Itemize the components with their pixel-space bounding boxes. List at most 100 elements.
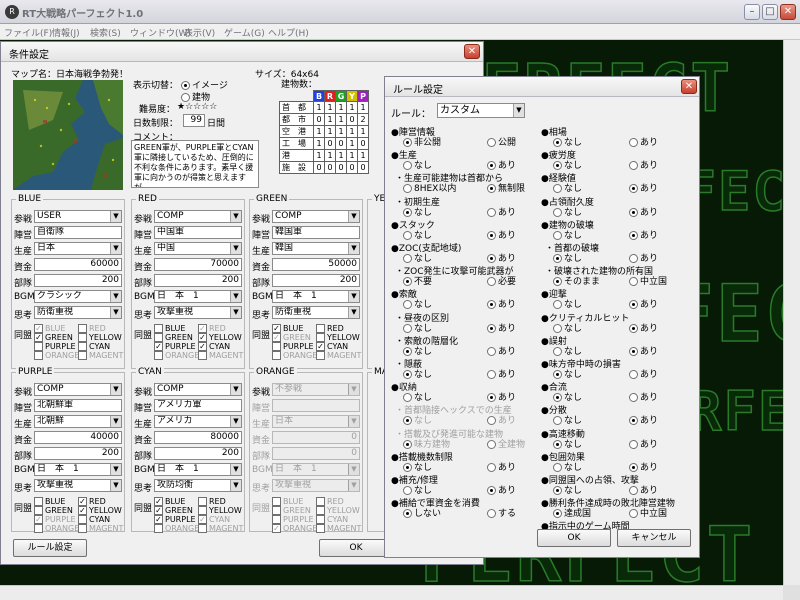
- rule-option-a[interactable]: なし: [553, 297, 582, 310]
- rule-option-b[interactable]: あり: [629, 460, 658, 473]
- ally-checkbox[interactable]: ✓ GREEN: [154, 506, 193, 515]
- ally-checkbox[interactable]: ✓ RED: [78, 497, 106, 506]
- rule-ok-button[interactable]: OK: [537, 529, 611, 547]
- army-camp-field[interactable]: アメリカ軍: [154, 399, 242, 412]
- rule-option-b[interactable]: あり: [487, 390, 516, 403]
- ally-checkbox[interactable]: PURPLE: [34, 342, 76, 351]
- rule-settings-button[interactable]: ルール設定: [13, 539, 87, 557]
- army-bgm-field[interactable]: 日 本 1 ▼: [272, 290, 360, 303]
- ally-checkbox[interactable]: YELLOW: [316, 333, 360, 342]
- army-join-field[interactable]: COMP ▼: [272, 210, 360, 223]
- army-prod-field[interactable]: 中国 ▼: [154, 242, 242, 255]
- rule-option-b[interactable]: あり: [487, 483, 516, 496]
- ally-checkbox[interactable]: BLUE: [34, 497, 65, 506]
- rule-option-b[interactable]: あり: [487, 460, 516, 473]
- rule-option-b[interactable]: あり: [629, 344, 658, 357]
- rule-option-b[interactable]: 中立国: [629, 274, 667, 287]
- rule-option-a[interactable]: そのまま: [553, 274, 600, 287]
- army-bgm-field[interactable]: クラシック ▼: [34, 290, 122, 303]
- army-think-field[interactable]: 防衛重視 ▼: [34, 306, 122, 319]
- army-camp-field[interactable]: 中国軍: [154, 226, 242, 239]
- menu-file[interactable]: ファイル(F): [4, 26, 52, 39]
- army-bgm-field[interactable]: 日 本 1 ▼: [272, 463, 360, 476]
- army-units-field[interactable]: 200: [272, 274, 360, 287]
- rule-option-a[interactable]: なし: [403, 483, 432, 496]
- rule-option-a[interactable]: なし: [403, 321, 432, 334]
- rule-option-a[interactable]: なし: [553, 413, 582, 426]
- rule-option-a[interactable]: なし: [553, 228, 582, 241]
- army-funds-field[interactable]: 40000: [34, 431, 122, 444]
- army-prod-field[interactable]: 日本 ▼: [272, 415, 360, 428]
- maximize-button[interactable]: □: [762, 4, 778, 20]
- rule-option-b[interactable]: あり: [629, 321, 658, 334]
- rule-option-b[interactable]: あり: [629, 181, 658, 194]
- rule-option-b[interactable]: あり: [487, 251, 516, 264]
- ally-checkbox[interactable]: GREEN: [34, 506, 73, 515]
- rule-option-b[interactable]: する: [487, 506, 516, 519]
- ally-checkbox[interactable]: ✓ BLUE: [154, 497, 185, 506]
- rule-option-a[interactable]: なし: [553, 344, 582, 357]
- ally-checkbox[interactable]: ✓ CYAN: [316, 342, 348, 351]
- ally-checkbox[interactable]: ✓ GREEN: [34, 333, 73, 342]
- rule-option-a[interactable]: しない: [403, 506, 441, 519]
- army-think-field[interactable]: 防衛重視 ▼: [272, 306, 360, 319]
- rule-option-b[interactable]: あり: [629, 437, 658, 450]
- army-think-field[interactable]: 攻防均衡 ▼: [154, 479, 242, 492]
- rule-option-b[interactable]: あり: [487, 344, 516, 357]
- rule-option-b[interactable]: あり: [629, 228, 658, 241]
- rule-option-a[interactable]: なし: [553, 321, 582, 334]
- rule-option-b[interactable]: あり: [487, 321, 516, 334]
- rule-option-b[interactable]: 無制限: [487, 181, 525, 194]
- ally-checkbox[interactable]: PURPLE: [272, 342, 314, 351]
- army-join-field[interactable]: COMP ▼: [154, 383, 242, 396]
- rule-option-b[interactable]: 公開: [487, 135, 516, 148]
- ally-checkbox[interactable]: ✓ BLUE: [272, 324, 303, 333]
- menu-help[interactable]: ヘルプ(H): [268, 26, 309, 39]
- rule-option-b[interactable]: あり: [629, 390, 658, 403]
- rule-option-a[interactable]: なし: [553, 205, 582, 218]
- rule-option-a[interactable]: 達成国: [553, 506, 591, 519]
- army-join-field[interactable]: USER ▼: [34, 210, 122, 223]
- ally-checkbox[interactable]: CYAN: [78, 515, 110, 524]
- rule-option-a[interactable]: なし: [553, 483, 582, 496]
- rule-option-b[interactable]: あり: [629, 135, 658, 148]
- rule-option-b[interactable]: あり: [487, 205, 516, 218]
- rule-option-b[interactable]: あり: [629, 413, 658, 426]
- condition-close-button[interactable]: ✕: [464, 44, 480, 59]
- army-units-field[interactable]: 200: [154, 447, 242, 460]
- rule-option-a[interactable]: なし: [403, 297, 432, 310]
- rule-option-a[interactable]: なし: [403, 158, 432, 171]
- ally-checkbox[interactable]: YELLOW: [198, 506, 242, 515]
- army-camp-field[interactable]: [272, 399, 360, 412]
- army-camp-field[interactable]: 自衛隊: [34, 226, 122, 239]
- rule-option-b[interactable]: あり: [487, 297, 516, 310]
- rule-option-b[interactable]: あり: [629, 205, 658, 218]
- rule-option-a[interactable]: なし: [403, 390, 432, 403]
- ally-checkbox[interactable]: ✓ PURPLE: [154, 342, 196, 351]
- army-camp-field[interactable]: 韓国軍: [272, 226, 360, 239]
- army-bgm-field[interactable]: 日 本 1 ▼: [154, 463, 242, 476]
- menu-search[interactable]: 検索(S): [90, 26, 121, 39]
- army-prod-field[interactable]: 日本 ▼: [34, 242, 122, 255]
- rule-option-a[interactable]: なし: [403, 367, 432, 380]
- rule-option-a[interactable]: なし: [553, 181, 582, 194]
- rule-option-b[interactable]: あり: [629, 251, 658, 264]
- rule-option-b[interactable]: あり: [629, 158, 658, 171]
- army-funds-field[interactable]: 70000: [154, 258, 242, 271]
- rule-option-b[interactable]: 中立国: [629, 506, 667, 519]
- ally-checkbox[interactable]: ✓ YELLOW: [78, 506, 122, 515]
- rule-cancel-button[interactable]: キャンセル: [617, 529, 691, 547]
- menu-game[interactable]: ゲーム(G): [224, 26, 265, 39]
- rule-option-a[interactable]: なし: [553, 367, 582, 380]
- rule-option-a[interactable]: 8HEX以内: [403, 181, 456, 194]
- ally-checkbox[interactable]: CYAN: [78, 342, 110, 351]
- army-prod-field[interactable]: アメリカ ▼: [154, 415, 242, 428]
- army-think-field[interactable]: 攻撃重視 ▼: [272, 479, 360, 492]
- rule-option-b[interactable]: 必要: [487, 274, 516, 287]
- rule-option-a[interactable]: なし: [403, 460, 432, 473]
- rule-option-b[interactable]: あり: [487, 158, 516, 171]
- rule-option-b[interactable]: あり: [487, 228, 516, 241]
- ally-checkbox[interactable]: GREEN: [154, 333, 193, 342]
- rule-option-b[interactable]: あり: [487, 367, 516, 380]
- ally-checkbox[interactable]: YELLOW: [78, 333, 122, 342]
